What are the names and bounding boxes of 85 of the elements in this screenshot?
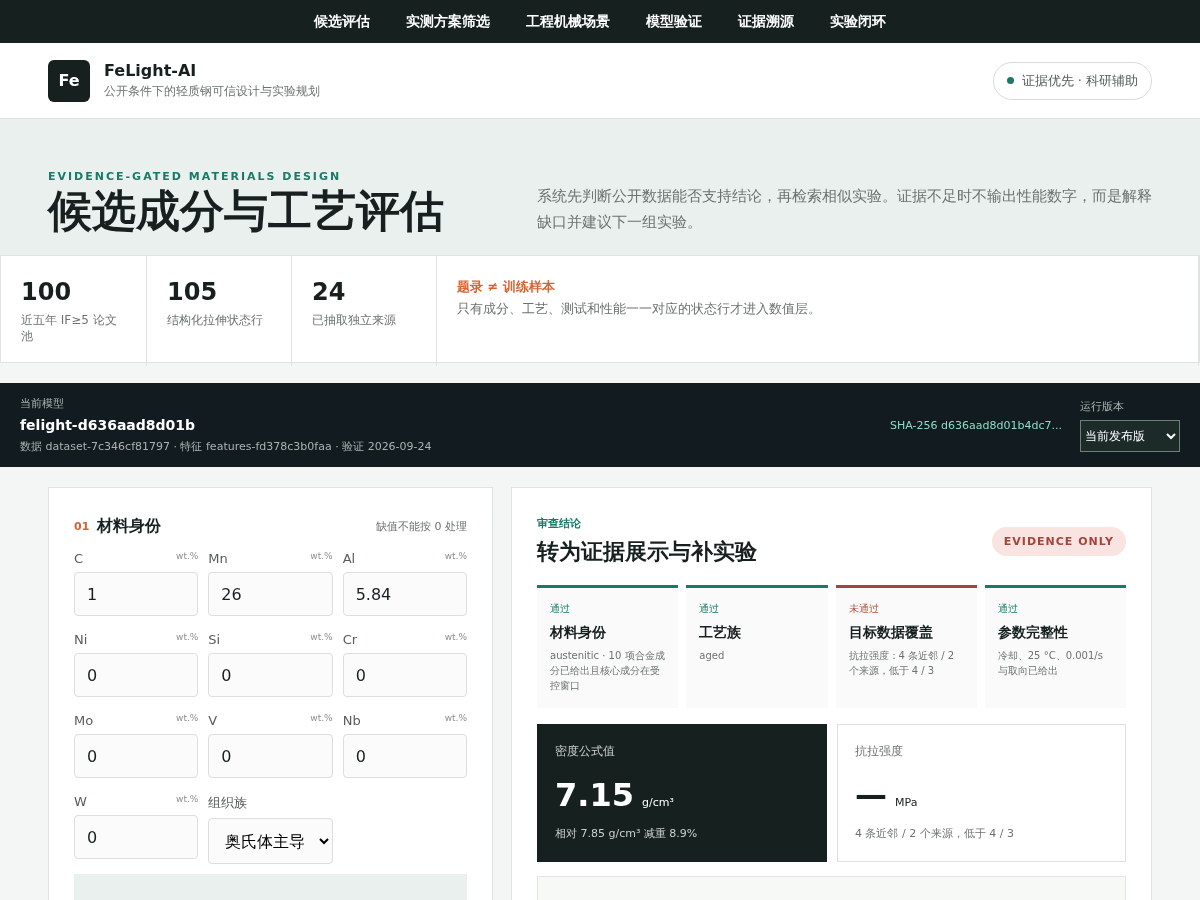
model-name: felight-d636aad8d01b (20, 417, 197, 433)
unit-label: wt.% (310, 713, 333, 725)
stat-value: 105 (167, 278, 219, 306)
nav-link[interactable]: 工程机械场景 (526, 10, 610, 33)
element-label: Nb (342, 713, 361, 728)
unit-label: wt.% (444, 713, 467, 725)
check-title: 参数完整性 (997, 624, 1069, 642)
check-title: 工艺族 (699, 624, 743, 642)
brand-name: FeLight-AI (104, 61, 198, 80)
section-number: 01 (74, 520, 90, 533)
element-label: Cr (342, 632, 358, 647)
nav-link[interactable]: 实测方案筛选 (406, 10, 490, 33)
element-label: W (74, 794, 87, 809)
metric-note: 相对 7.85 g/cm³ 减重 8.9% (555, 826, 699, 841)
model-hash: SHA-256 d636aad8d01b4dc7... (890, 418, 1062, 432)
unit-label: wt.% (176, 713, 199, 725)
version-select[interactable]: 当前发布版 (1080, 419, 1180, 452)
structure-select[interactable]: 奥氏体主导 (208, 818, 333, 864)
check-status: 通过 (699, 602, 721, 616)
structure-label: 组织族 (208, 794, 248, 812)
unit-label: wt.% (444, 632, 467, 644)
model-label: 当前模型 (20, 396, 65, 411)
unit-label: wt.% (176, 632, 199, 644)
eyebrow: EVIDENCE-GATED MATERIALS DESIGN (48, 169, 343, 183)
composition-input[interactable]: 26 (208, 572, 333, 616)
composition-input[interactable]: 1 (74, 572, 199, 616)
stat-label: 近五年 IF≥5 论文池 (21, 312, 118, 344)
metric-value: — (855, 776, 887, 814)
nav-link[interactable]: 实验闭环 (830, 10, 886, 33)
section-hint: 缺值不能按 0 处理 (376, 519, 467, 534)
stat-label: 已抽取独立来源 (312, 312, 397, 328)
metric-note: 4 条近邻 / 2 个来源，低于 4 / 3 (855, 826, 1015, 841)
version-label: 运行版本 (1080, 398, 1125, 414)
composition-input[interactable]: 0 (342, 653, 467, 697)
check-detail: aged (699, 649, 726, 663)
status-badge: EVIDENCE ONLY (991, 527, 1126, 556)
composition-input[interactable]: 5.84 (342, 572, 467, 616)
composition-input[interactable]: 0 (74, 653, 199, 697)
check-detail: 冷却、25 °C、0.001/s 与取向已给出 (997, 649, 1104, 678)
check-detail: austenitic · 10 项合金成分已给出且核心成分在受控窗口 (550, 649, 666, 693)
unit-label: wt.% (176, 794, 199, 806)
nav-link[interactable]: 模型验证 (646, 10, 702, 33)
model-meta: 数据 dataset-7c346cf81797 · 特征 features-fd378c3b0faa · 验证 2026-09-24 (20, 439, 432, 454)
check-status: 通过 (997, 602, 1019, 616)
element-label: C (74, 551, 84, 566)
unit-label: wt.% (310, 632, 333, 644)
element-label: V (208, 713, 218, 728)
check-status: 通过 (550, 602, 571, 616)
section-title: 材料身份 (97, 516, 162, 537)
page-title: 候选成分与工艺评估 (48, 186, 444, 235)
check-title: 材料身份 (550, 624, 607, 642)
metric-label: 抗拉强度 (855, 743, 904, 760)
nav-link[interactable]: 证据溯源 (738, 10, 794, 33)
check-status: 未通过 (848, 602, 880, 616)
element-label: Al (342, 551, 356, 566)
review-title: 转为证据展示与补实验 (537, 538, 757, 566)
composition-input[interactable]: 0 (208, 734, 333, 778)
nav-link[interactable]: 候选评估 (314, 10, 370, 33)
metric-unit: g/cm³ (641, 796, 674, 809)
composition-input[interactable]: 0 (208, 653, 333, 697)
tagline: 公开条件下的轻质钢可信设计与实验规划 (104, 83, 320, 100)
note-title: 题录 ≠ 训练样本 (457, 278, 556, 296)
check-detail: 抗拉强度：4 条近邻 / 2 个来源，低于 4 / 3 (848, 649, 956, 678)
composition-input[interactable]: 0 (74, 815, 199, 859)
unit-label: wt.% (444, 551, 467, 563)
unit-label: wt.% (310, 551, 333, 563)
review-eyebrow: 审查结论 (537, 516, 582, 531)
stat-value: 24 (312, 278, 347, 306)
element-label: Mn (208, 551, 228, 566)
intro-text: 系统先判断公开数据能否支持结论，再检索相似实验。证据不足时不输出性能数字，而是解释缺口并建议下一组实验。 (537, 186, 1152, 233)
unit-label: wt.% (176, 551, 199, 563)
logo: Fe (48, 59, 90, 102)
composition-input[interactable]: 0 (74, 734, 199, 778)
element-label: Ni (74, 632, 88, 647)
metric-unit: MPa (895, 796, 918, 809)
composition-input[interactable]: 0 (342, 734, 467, 778)
status-dot (1006, 77, 1014, 84)
element-label: Si (208, 632, 221, 647)
element-label: Mo (74, 713, 94, 728)
check-title: 目标数据覆盖 (848, 624, 934, 642)
stat-label: 结构化拉伸状态行 (167, 312, 264, 328)
metric-label: 密度公式值 (555, 743, 616, 760)
metric-value: 7.15 (555, 776, 634, 814)
note-text: 只有成分、工艺、测试和性能一一对应的状态行才进入数值层。 (457, 300, 822, 318)
stat-value: 100 (21, 278, 73, 306)
